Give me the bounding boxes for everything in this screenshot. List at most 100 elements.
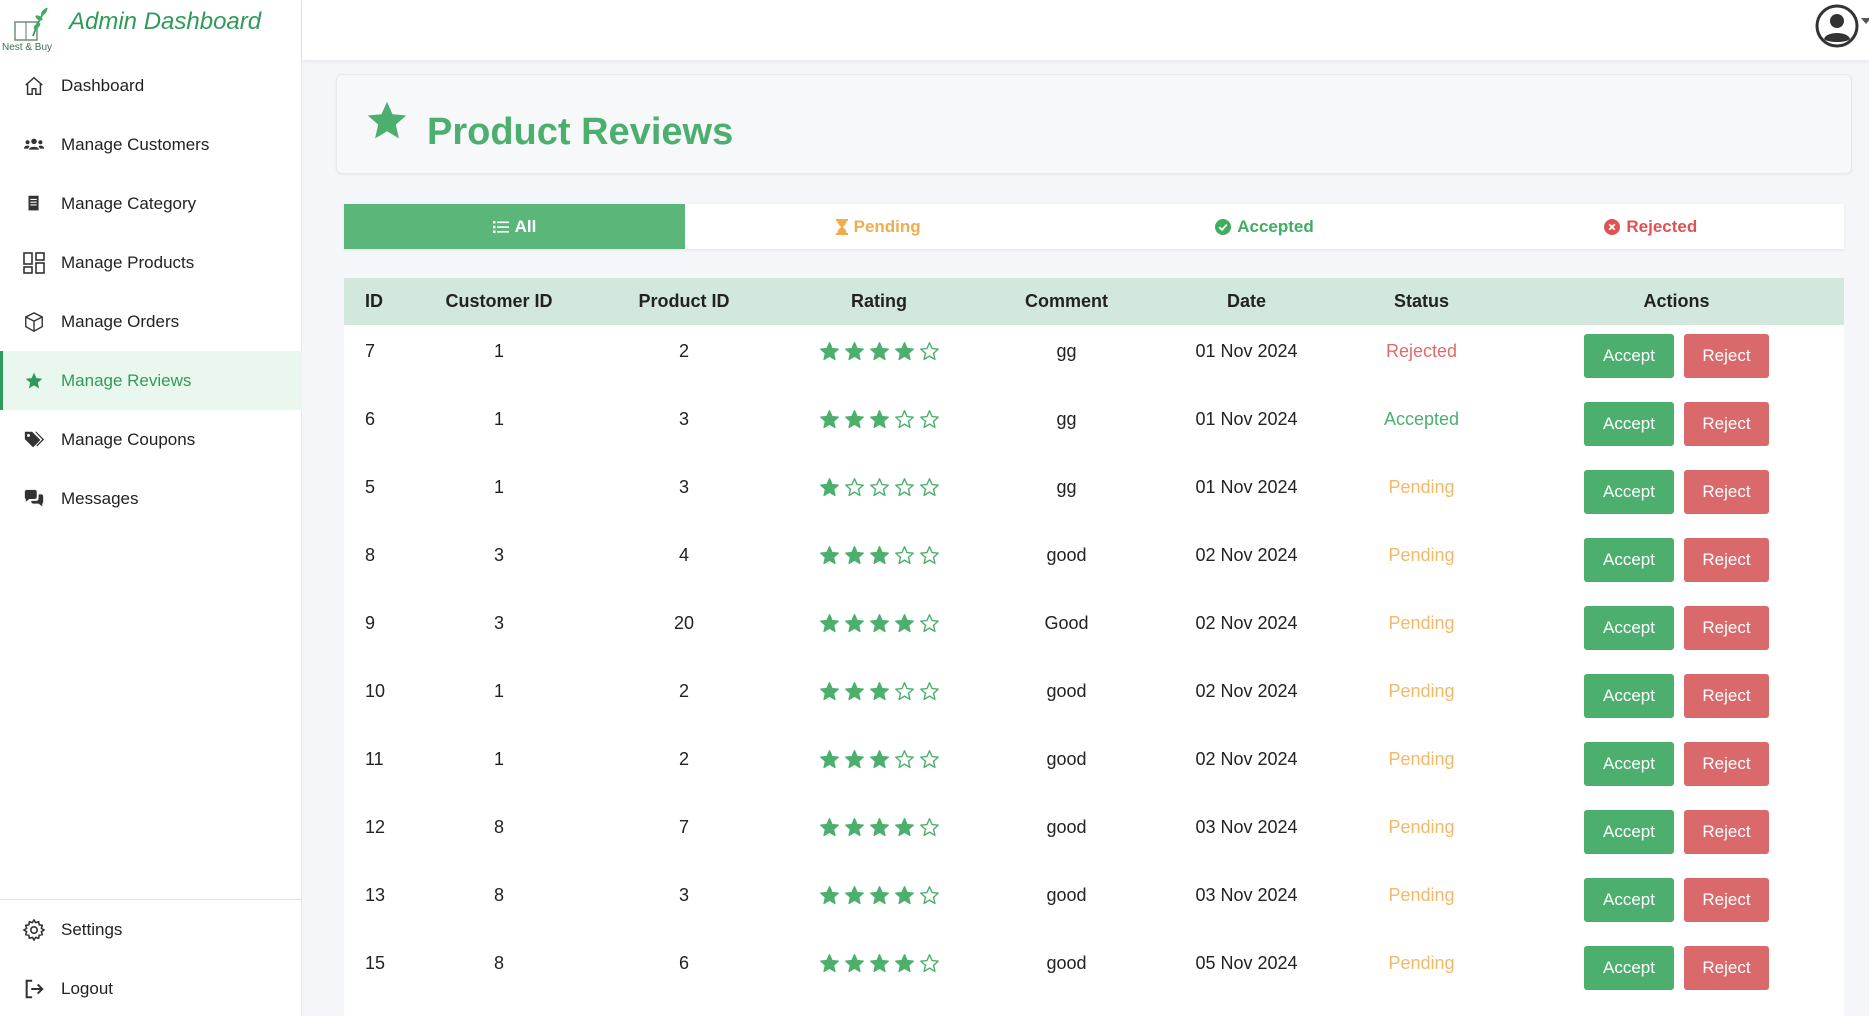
- sidebar: Nest & Buy Admin Dashboard Dashboard Man…: [0, 0, 302, 1016]
- sidebar-item-logout[interactable]: Logout: [0, 959, 302, 1016]
- sidebar-item-label: Manage Coupons: [61, 429, 196, 449]
- row-actions: Accept Reject: [1509, 810, 1844, 854]
- reject-button[interactable]: Reject: [1684, 470, 1769, 514]
- reject-button[interactable]: Reject: [1684, 946, 1769, 990]
- column-header-date: Date: [1226, 291, 1266, 311]
- sidebar-item-messages[interactable]: Messages: [0, 469, 302, 528]
- sidebar-item-manage-products[interactable]: Manage Products: [0, 233, 302, 292]
- sidebar-item-label: Dashboard: [61, 75, 145, 95]
- cell-date: 02 Nov 2024: [1195, 613, 1298, 633]
- column-header-rating: Rating: [851, 291, 907, 311]
- sidebar-item-manage-orders[interactable]: Manage Orders: [0, 292, 302, 351]
- table-header-row: ID Customer ID Product ID Rating Comment…: [344, 278, 1844, 325]
- reviews-table-container: ID Customer ID Product ID Rating Comment…: [344, 278, 1844, 1016]
- cell-product-id: 3: [678, 885, 689, 905]
- accept-button[interactable]: Accept: [1584, 334, 1674, 378]
- accept-button[interactable]: Accept: [1584, 538, 1674, 582]
- accept-button[interactable]: Accept: [1584, 810, 1674, 854]
- reject-button[interactable]: Reject: [1684, 810, 1769, 854]
- sidebar-item-manage-customers[interactable]: Manage Customers: [0, 115, 302, 174]
- reject-button[interactable]: Reject: [1684, 334, 1769, 378]
- sidebar-item-label: Manage Reviews: [61, 370, 192, 390]
- star-rating: [819, 545, 940, 566]
- star-empty-icon: [919, 682, 939, 701]
- reject-button[interactable]: Reject: [1684, 538, 1769, 582]
- star-empty-icon: [844, 478, 864, 497]
- star-empty-icon: [919, 546, 939, 565]
- cell-actions: Accept Reject: [1509, 597, 1844, 665]
- accept-button[interactable]: Accept: [1584, 674, 1674, 718]
- tab-accepted[interactable]: Accepted: [1071, 204, 1457, 249]
- cell-actions: Accept Reject: [1509, 529, 1844, 597]
- tab-pending[interactable]: Pending: [685, 204, 1071, 249]
- accept-button[interactable]: Accept: [1584, 606, 1674, 650]
- star-filled-icon: [844, 818, 864, 837]
- sidebar-item-settings[interactable]: Settings: [0, 900, 302, 959]
- chat-icon: [22, 487, 46, 511]
- star-empty-icon: [919, 750, 939, 769]
- star-empty-icon: [919, 410, 939, 429]
- reject-button[interactable]: Reject: [1684, 878, 1769, 922]
- star-empty-icon: [919, 342, 939, 361]
- accept-button[interactable]: Accept: [1584, 470, 1674, 514]
- star-filled-icon: [894, 818, 914, 837]
- star-empty-icon: [894, 478, 914, 497]
- accept-button[interactable]: Accept: [1584, 402, 1674, 446]
- status-text: Pending: [1388, 681, 1455, 701]
- accept-button[interactable]: Accept: [1584, 946, 1674, 990]
- star-rating: [819, 817, 940, 838]
- user-circle-icon[interactable]: [1815, 4, 1859, 48]
- reject-button[interactable]: Reject: [1684, 742, 1769, 786]
- row-actions: Accept Reject: [1509, 402, 1844, 446]
- sidebar-item-label: Manage Category: [61, 193, 197, 213]
- status-text: Pending: [1388, 477, 1455, 497]
- sidebar-item-dashboard[interactable]: Dashboard: [0, 56, 302, 115]
- cell-customer-id: 8: [493, 817, 504, 837]
- home-icon: [22, 74, 46, 98]
- tab-rejected[interactable]: Rejected: [1458, 204, 1844, 249]
- table-row: 10 1 2 good 02 Nov 2024 Pending Accept Reject: [344, 665, 1844, 733]
- tab-all[interactable]: All: [344, 204, 685, 249]
- star-empty-icon: [919, 954, 939, 973]
- status-text: Pending: [1388, 613, 1455, 633]
- cell-rating: [784, 325, 974, 393]
- cell-date: 02 Nov 2024: [1195, 545, 1298, 565]
- star-filled-icon: [844, 750, 864, 769]
- users-icon: [22, 133, 46, 157]
- cell-date: 01 Nov 2024: [1195, 341, 1298, 361]
- sidebar-item-label: Logout: [61, 978, 113, 998]
- reject-button[interactable]: Reject: [1684, 402, 1769, 446]
- brand[interactable]: Nest & Buy Admin Dashboard: [0, 0, 302, 56]
- table-row: 7 1 2 gg 01 Nov 2024 Rejected Accept Reject: [344, 325, 1844, 393]
- cell-actions: Accept Reject: [1509, 393, 1844, 461]
- reject-button[interactable]: Reject: [1684, 606, 1769, 650]
- reviews-table: ID Customer ID Product ID Rating Comment…: [344, 278, 1844, 1005]
- column-header-actions: Actions: [1643, 291, 1710, 311]
- star-filled-icon: [819, 614, 839, 633]
- star-filled-icon: [819, 954, 839, 973]
- reject-button[interactable]: Reject: [1684, 674, 1769, 718]
- status-text: Pending: [1388, 953, 1455, 973]
- sidebar-item-manage-category[interactable]: Manage Category: [0, 174, 302, 233]
- cell-product-id: 3: [678, 477, 689, 497]
- cell-id: 13: [365, 885, 386, 905]
- accept-button[interactable]: Accept: [1584, 878, 1674, 922]
- review-filter-tabs: All Pending Accepted Rejected: [344, 204, 1844, 249]
- topbar: [302, 0, 1869, 60]
- cell-actions: Accept Reject: [1509, 733, 1844, 801]
- cell-comment: gg: [1056, 409, 1077, 429]
- cell-product-id: 20: [673, 613, 695, 633]
- cell-customer-id: 3: [493, 545, 504, 565]
- cell-actions: Accept Reject: [1509, 937, 1844, 1005]
- accept-button[interactable]: Accept: [1584, 742, 1674, 786]
- chevron-down-icon[interactable]: [1861, 18, 1869, 24]
- page-header: Product Reviews: [336, 74, 1852, 174]
- cell-product-id: 3: [678, 409, 689, 429]
- star-filled-icon: [844, 546, 864, 565]
- sidebar-item-manage-reviews[interactable]: Manage Reviews: [0, 351, 302, 410]
- star-empty-icon: [869, 478, 889, 497]
- cell-rating: [784, 733, 974, 801]
- star-filled-icon: [869, 546, 889, 565]
- cell-comment: good: [1046, 817, 1087, 837]
- sidebar-item-manage-coupons[interactable]: Manage Coupons: [0, 410, 302, 469]
